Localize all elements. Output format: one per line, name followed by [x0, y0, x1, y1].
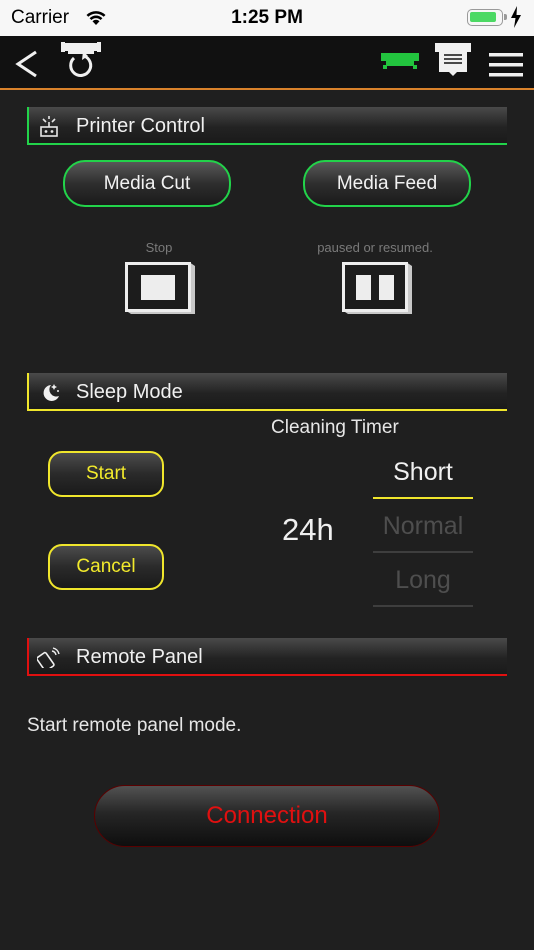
timer-option-normal[interactable]: Normal — [373, 503, 473, 553]
pause-caption: paused or resumed. — [317, 240, 433, 255]
connection-label: Connection — [206, 802, 328, 829]
stop-caption: Stop — [145, 240, 173, 255]
media-cut-button[interactable]: Media Cut — [63, 160, 231, 207]
media-feed-label: Media Feed — [336, 172, 438, 194]
sleep-start-label: Start — [85, 463, 127, 484]
clock-time: 1:25 PM — [231, 7, 303, 28]
timer-option-short[interactable]: Short — [373, 449, 473, 499]
printer-refresh-icon[interactable] — [60, 40, 102, 80]
battery-icon — [467, 9, 507, 26]
printer-download-icon[interactable] — [432, 40, 474, 80]
pause-button[interactable] — [342, 262, 412, 314]
sleep-start-button[interactable]: Start — [48, 451, 164, 497]
stop-button[interactable] — [125, 262, 195, 314]
timer-option-long[interactable]: Long — [373, 557, 473, 607]
sleep-mode-title: Sleep Mode — [76, 381, 183, 403]
remote-panel-description: Start remote panel mode. — [27, 715, 242, 736]
cleaning-timer-label: Cleaning Timer — [271, 417, 399, 438]
sleep-cancel-label: Cancel — [76, 556, 136, 577]
remote-phone-icon — [37, 647, 60, 668]
back-arrow-icon[interactable] — [14, 49, 40, 79]
remote-panel-title: Remote Panel — [76, 646, 203, 668]
remote-panel-header: Remote Panel — [27, 638, 507, 676]
moon-stars-icon — [43, 384, 59, 401]
printer-status-icon[interactable] — [381, 50, 419, 70]
media-feed-button[interactable]: Media Feed — [303, 160, 471, 207]
printer-control-title: Printer Control — [76, 115, 205, 137]
hamburger-menu-icon[interactable] — [489, 52, 523, 78]
charging-bolt-icon — [511, 6, 521, 28]
connection-button[interactable]: Connection — [94, 785, 440, 847]
sleep-cancel-button[interactable]: Cancel — [48, 544, 164, 590]
media-cut-label: Media Cut — [103, 172, 191, 194]
printer-control-icon — [40, 116, 58, 137]
printer-control-header: Printer Control — [27, 107, 507, 145]
hours-value: 24h — [282, 512, 334, 547]
nav-bar — [0, 36, 534, 90]
sleep-mode-header: Sleep Mode — [27, 373, 507, 411]
status-bar: Carrier 1:25 PM — [0, 0, 534, 36]
